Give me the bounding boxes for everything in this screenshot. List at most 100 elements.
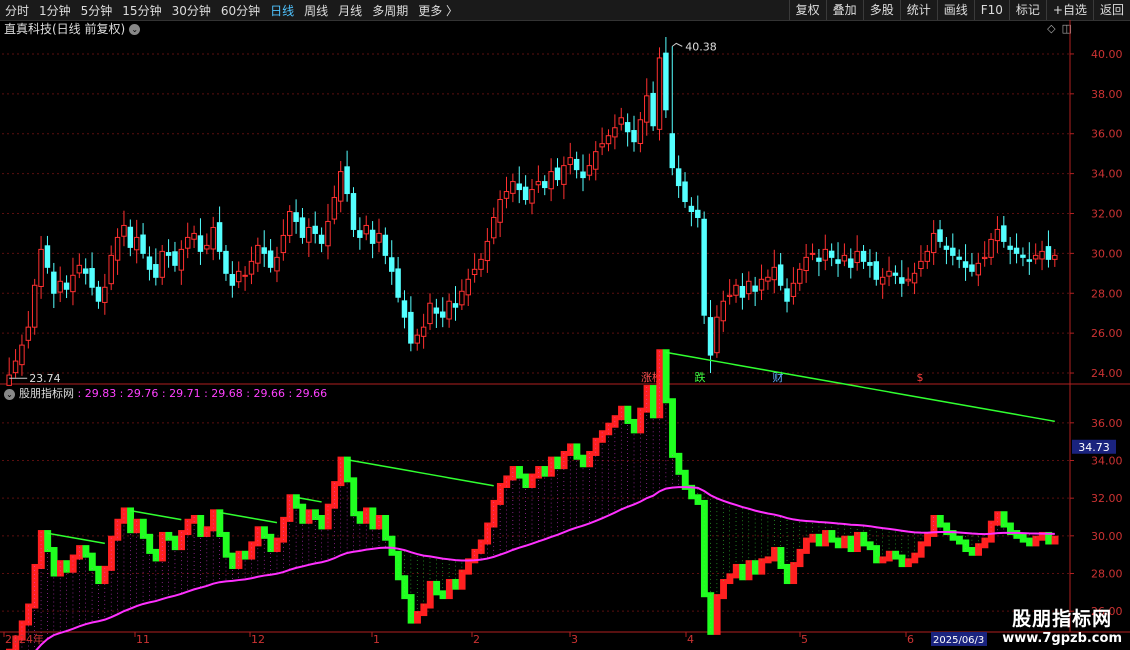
- candle-body: [930, 232, 937, 254]
- price-tick-label: 34.00: [1091, 168, 1123, 181]
- candle-body: [38, 248, 44, 287]
- candle-body: [650, 92, 656, 127]
- candle-body: [76, 264, 83, 274]
- candle-body: [465, 278, 471, 296]
- candle-body: [216, 222, 223, 252]
- candle-body: [114, 236, 121, 261]
- date-label: 12: [251, 633, 265, 646]
- candle-body: [892, 272, 899, 276]
- indicator-step: [146, 533, 154, 554]
- indicator-step: [790, 562, 798, 585]
- candle-body: [593, 151, 599, 170]
- candle-body: [580, 171, 586, 179]
- indicator-resistance-line: [346, 459, 494, 487]
- candle-body: [688, 205, 695, 212]
- indicator-step: [822, 530, 829, 547]
- indicator-step: [579, 454, 587, 468]
- candle-body: [943, 245, 950, 250]
- indicator-step: [917, 541, 925, 558]
- candle-body: [344, 166, 350, 195]
- candle-body: [994, 228, 1001, 242]
- price-tick-label: 28.00: [1091, 287, 1123, 300]
- candle-body: [255, 244, 261, 264]
- date-label: 3: [571, 633, 578, 646]
- indicator-step: [37, 530, 45, 569]
- candle-body: [312, 225, 318, 234]
- candle-body: [656, 57, 663, 130]
- candle-body: [299, 217, 306, 238]
- candle-body: [471, 268, 478, 276]
- candle-body: [337, 171, 344, 202]
- candle-body: [631, 130, 637, 143]
- candle-body: [879, 276, 886, 285]
- candle-body: [739, 285, 746, 298]
- candle-body: [95, 286, 102, 302]
- candle-body: [204, 244, 210, 250]
- candle-body: [561, 165, 567, 185]
- candle-body: [803, 256, 809, 272]
- indicator-step: [720, 579, 727, 600]
- indicator-step: [190, 515, 198, 524]
- indicator-step: [707, 592, 715, 635]
- candle-body: [784, 288, 790, 302]
- indicator-tick-label: 30.00: [1091, 530, 1123, 543]
- candle-body: [280, 234, 287, 254]
- candle-body: [567, 157, 573, 165]
- indicator-step: [203, 526, 211, 537]
- indicator-step: [350, 477, 358, 517]
- indicator-step: [662, 349, 670, 404]
- indicator-step: [924, 531, 931, 547]
- indicator-step: [356, 511, 364, 524]
- candle-body: [669, 133, 675, 169]
- candle-body: [159, 250, 165, 278]
- candle-body: [6, 374, 12, 386]
- indicator-step: [241, 550, 249, 560]
- watermark-url: www.7gpzb.com: [1002, 631, 1122, 646]
- candle-body: [420, 326, 427, 337]
- candle-body: [848, 258, 854, 268]
- date-label: 6: [907, 633, 914, 646]
- indicator-step: [847, 535, 855, 553]
- candle-body: [446, 300, 452, 320]
- indicator-step: [139, 518, 147, 539]
- candle-body: [223, 250, 229, 274]
- candle-body: [695, 209, 701, 218]
- candle-body: [988, 238, 994, 258]
- candle-body: [459, 290, 465, 306]
- indicator-tick-label: 34.00: [1091, 455, 1123, 468]
- candle-body: [235, 270, 242, 283]
- candle-body: [605, 135, 612, 145]
- low-price-label: 23.74: [29, 372, 61, 385]
- candle-body: [1001, 225, 1007, 242]
- candle-body: [433, 307, 440, 314]
- indicator-step: [745, 560, 753, 581]
- indicator-step: [1013, 530, 1021, 539]
- date-label: 5: [801, 633, 808, 646]
- price-tick-label: 30.00: [1091, 247, 1123, 260]
- candle-body: [357, 230, 363, 238]
- indicator-step: [222, 531, 230, 558]
- candle-body: [229, 274, 236, 286]
- indicator-step: [63, 560, 71, 573]
- indicator-step: [834, 537, 842, 549]
- indicator-step: [649, 385, 657, 419]
- candle-body: [325, 220, 331, 247]
- candle-body: [726, 294, 733, 297]
- candle-body: [478, 258, 484, 270]
- indicator-step: [713, 594, 721, 635]
- candle-body: [771, 266, 778, 281]
- candle-body: [497, 199, 503, 223]
- candle-body: [733, 284, 739, 296]
- indicator-ma-line: [35, 486, 1055, 650]
- candle-body: [184, 236, 191, 249]
- candle-body: [12, 360, 19, 374]
- candle-body: [720, 300, 727, 322]
- candle-body: [286, 210, 293, 236]
- indicator-step: [382, 515, 390, 541]
- indicator-step: [369, 507, 377, 530]
- chart-canvas[interactable]: 40.00 38.00 36.00 34.00 32.00 30.00 28.00 26.00…: [0, 0, 1130, 650]
- candle-body: [1032, 254, 1039, 260]
- date-label: 1: [373, 633, 380, 646]
- indicator-step: [452, 579, 460, 590]
- candle-body: [414, 334, 420, 344]
